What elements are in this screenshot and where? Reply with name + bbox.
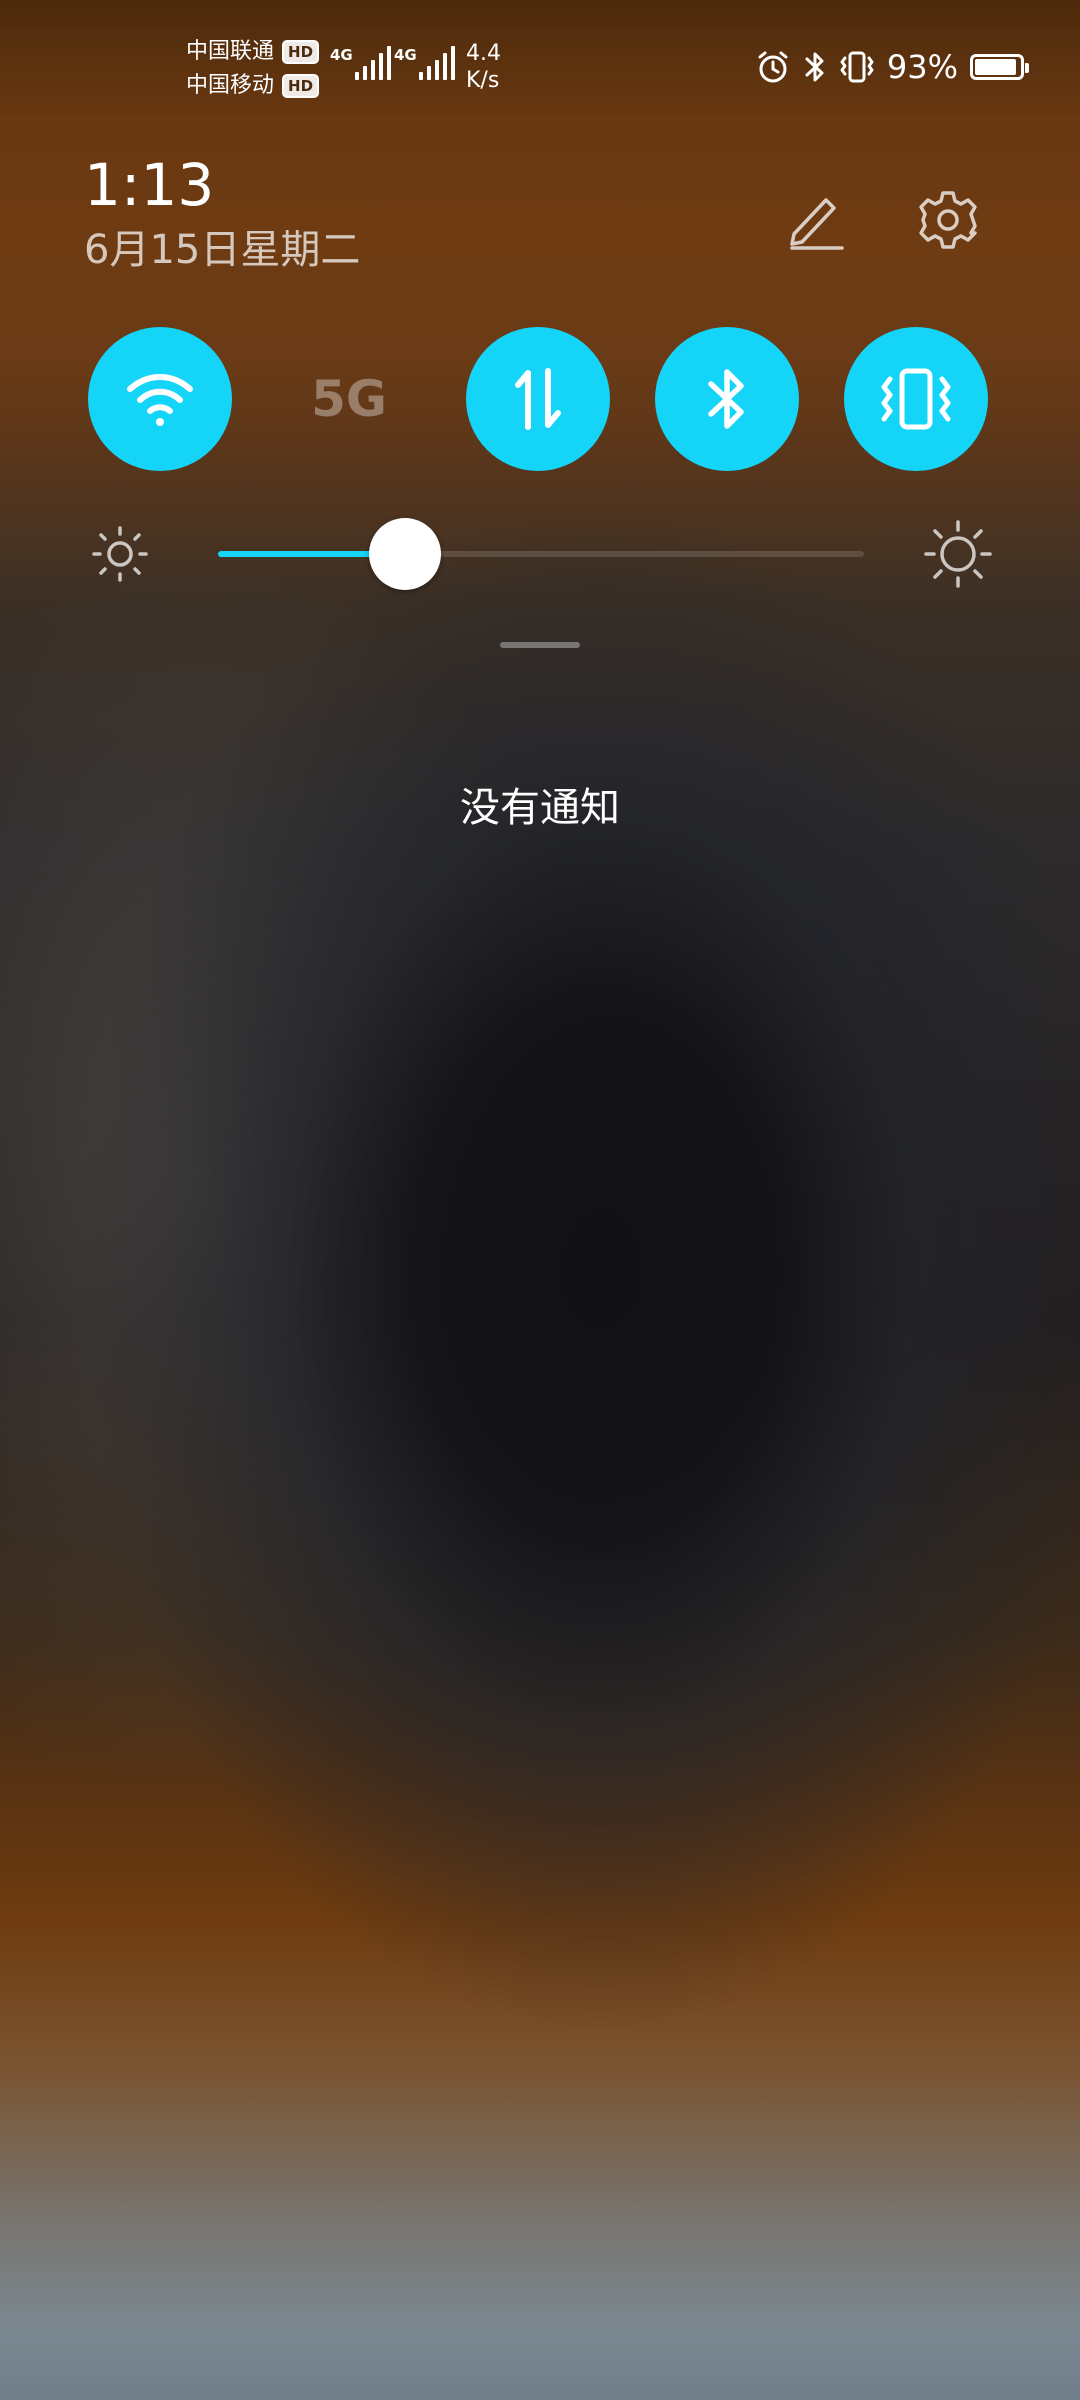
data-arrows-icon xyxy=(515,368,561,430)
carrier-2-name: 中国移动 xyxy=(186,73,275,98)
carrier-2: 中国移动 HD xyxy=(186,72,320,100)
battery-fill xyxy=(975,59,1016,75)
clock-time: 1:13 xyxy=(84,151,215,219)
network-speed-unit: K/s xyxy=(466,68,500,93)
panel-drag-handle[interactable] xyxy=(500,642,580,648)
vibrate-icon xyxy=(839,49,875,85)
alarm-icon xyxy=(755,49,791,85)
brightness-slider[interactable] xyxy=(218,518,864,590)
wifi-icon xyxy=(127,374,193,426)
status-right-icons: 93% xyxy=(755,46,1029,88)
clock-date[interactable]: 6月15日星期二 xyxy=(84,224,360,276)
edit-button[interactable] xyxy=(780,184,852,256)
network-speed-value: 4.4 xyxy=(466,41,501,66)
empty-notifications-text: 没有通知 xyxy=(460,785,620,831)
network-type-2: 4G xyxy=(394,46,417,64)
signal-sim2: 4G xyxy=(394,46,455,80)
pencil-icon xyxy=(790,198,844,250)
vibrate-icon xyxy=(881,368,951,430)
network-type-1: 4G xyxy=(330,46,353,64)
toggle-vibrate[interactable] xyxy=(844,327,988,471)
hd-badge-2: HD xyxy=(282,74,320,98)
carrier-1: 中国联通 HD xyxy=(186,38,320,66)
toggle-5g[interactable]: 5G xyxy=(277,327,421,471)
battery-percent: 93% xyxy=(886,48,958,86)
carrier-1-name: 中国联通 xyxy=(186,39,275,64)
hd-badge-1: HD xyxy=(282,40,320,64)
toggle-bluetooth[interactable] xyxy=(655,327,799,471)
gear-icon xyxy=(919,191,977,249)
bluetooth-icon xyxy=(803,49,827,85)
bluetooth-icon xyxy=(708,369,744,429)
signal-sim1: 4G xyxy=(330,46,391,80)
battery-icon xyxy=(970,54,1029,80)
brightness-slider-thumb[interactable] xyxy=(369,518,442,590)
status-bar: 中国联通 HD 中国移动 HD 4G 4G 4.4 K/s 93% xyxy=(0,0,1080,120)
settings-button[interactable] xyxy=(912,184,984,256)
brightness-low-icon xyxy=(92,526,148,582)
network-speed: 4.4 K/s xyxy=(466,40,501,94)
signal-bars-2-icon xyxy=(418,46,455,80)
brightness-high-icon xyxy=(924,520,992,588)
toggle-wifi[interactable] xyxy=(88,327,232,471)
toggle-mobile-data[interactable] xyxy=(466,327,610,471)
signal-bars-1-icon xyxy=(354,46,391,80)
